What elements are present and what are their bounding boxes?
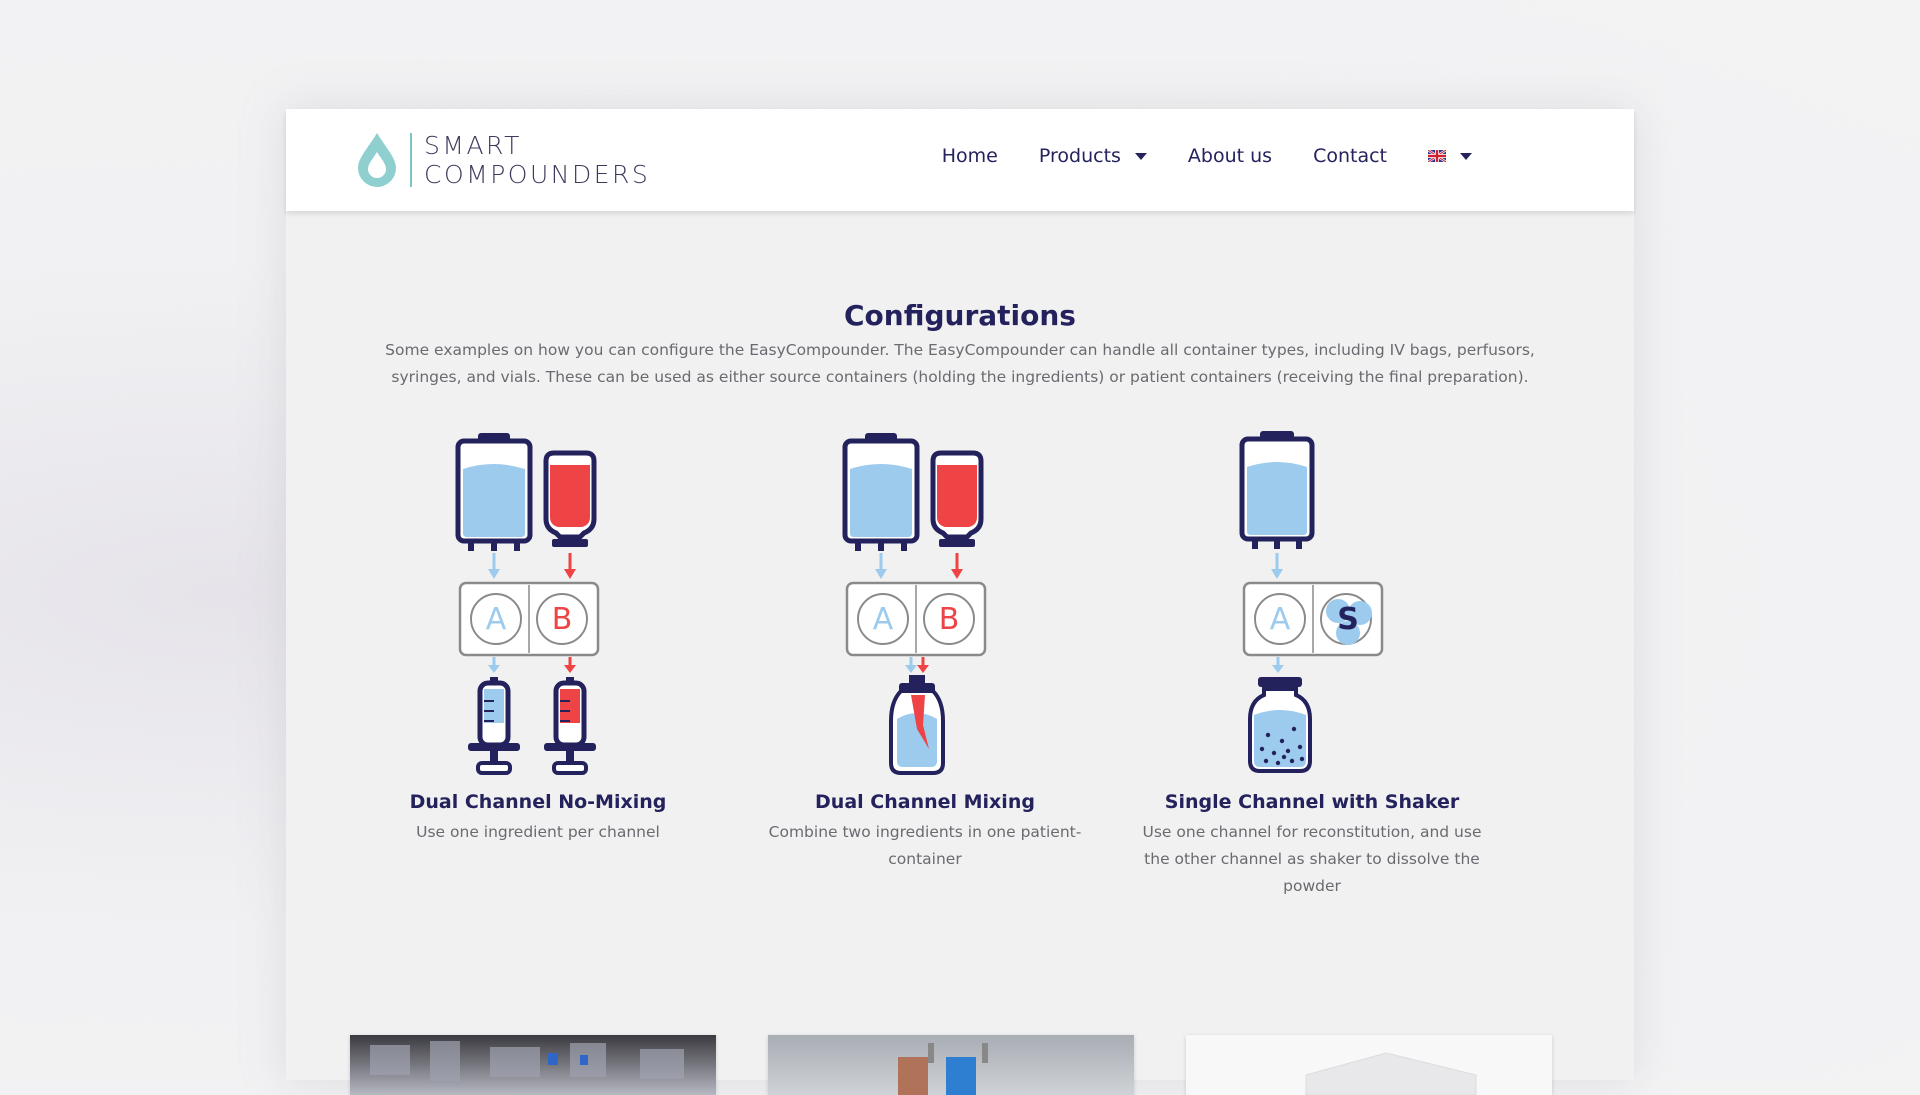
config-title: Dual Channel No-Mixing <box>409 791 667 813</box>
nav-products-label: Products <box>1038 145 1121 167</box>
product-thumbnail-2[interactable] <box>768 1035 1134 1095</box>
channel-b-label: B <box>552 602 573 637</box>
nav-products[interactable]: Products <box>1039 145 1147 167</box>
page: SMART COMPOUNDERS Home Products About us… <box>286 109 1634 1095</box>
section-title: Configurations <box>844 299 1076 332</box>
chevron-down-icon <box>1134 152 1147 160</box>
lab-equipment-image-icon <box>370 1041 684 1081</box>
site-header: SMART COMPOUNDERS Home Products About us… <box>286 109 1634 211</box>
config-card-dual-mixing: A B Dual Channel Mixing Combine two ingr… <box>725 429 1125 873</box>
uk-flag-icon <box>1428 150 1446 162</box>
channel-a-label: A <box>1270 602 1291 637</box>
brand-line-1: SMART <box>424 131 522 160</box>
nav-contact-label: Contact <box>1313 145 1387 167</box>
device-image-icon <box>1305 1052 1477 1095</box>
brand-name: SMART COMPOUNDERS <box>424 131 650 189</box>
language-switcher[interactable] <box>1428 150 1472 162</box>
drop-logo-icon <box>358 133 396 187</box>
config-description: Combine two ingredients in one patient-c… <box>768 823 1082 868</box>
nav-home[interactable]: Home <box>942 145 998 167</box>
logo-divider <box>410 133 412 187</box>
product-thumbnail-3[interactable] <box>1186 1035 1552 1095</box>
config-description: Use one ingredient per channel <box>416 823 660 841</box>
single-shaker-illustration-icon: A S <box>1239 431 1384 773</box>
dual-no-mixing-illustration-icon: A B <box>455 433 600 775</box>
nav-home-label: Home <box>941 145 998 167</box>
config-card-single-shaker: A S Single Channel with Shaker Use one c… <box>1112 429 1512 900</box>
section-description: Some examples on how you can configure t… <box>385 341 1535 386</box>
config-description: Use one channel for reconstitution, and … <box>1142 823 1482 895</box>
chevron-down-icon <box>1460 152 1472 160</box>
main-nav: Home Products About us Contact <box>901 145 1472 167</box>
shaker-s-label: S <box>1337 602 1359 637</box>
nav-about[interactable]: About us <box>1188 145 1272 167</box>
brand-line-2: COMPOUNDERS <box>424 160 651 189</box>
iv-bags-image-icon <box>898 1043 988 1095</box>
product-thumbnail-1[interactable] <box>350 1035 716 1095</box>
config-title: Single Channel with Shaker <box>1164 791 1460 813</box>
channel-a-label: A <box>486 602 507 637</box>
logo[interactable]: SMART COMPOUNDERS <box>354 127 650 193</box>
channel-a-label: A <box>873 602 894 637</box>
config-title: Dual Channel Mixing <box>815 791 1035 813</box>
channel-b-label: B <box>939 602 960 637</box>
nav-about-label: About us <box>1187 145 1273 167</box>
config-card-dual-no-mixing: A B Dual Channel No-Mixing Use one ingre… <box>338 429 738 846</box>
nav-contact[interactable]: Contact <box>1313 145 1387 167</box>
dual-mixing-illustration-icon: A B <box>842 433 987 775</box>
